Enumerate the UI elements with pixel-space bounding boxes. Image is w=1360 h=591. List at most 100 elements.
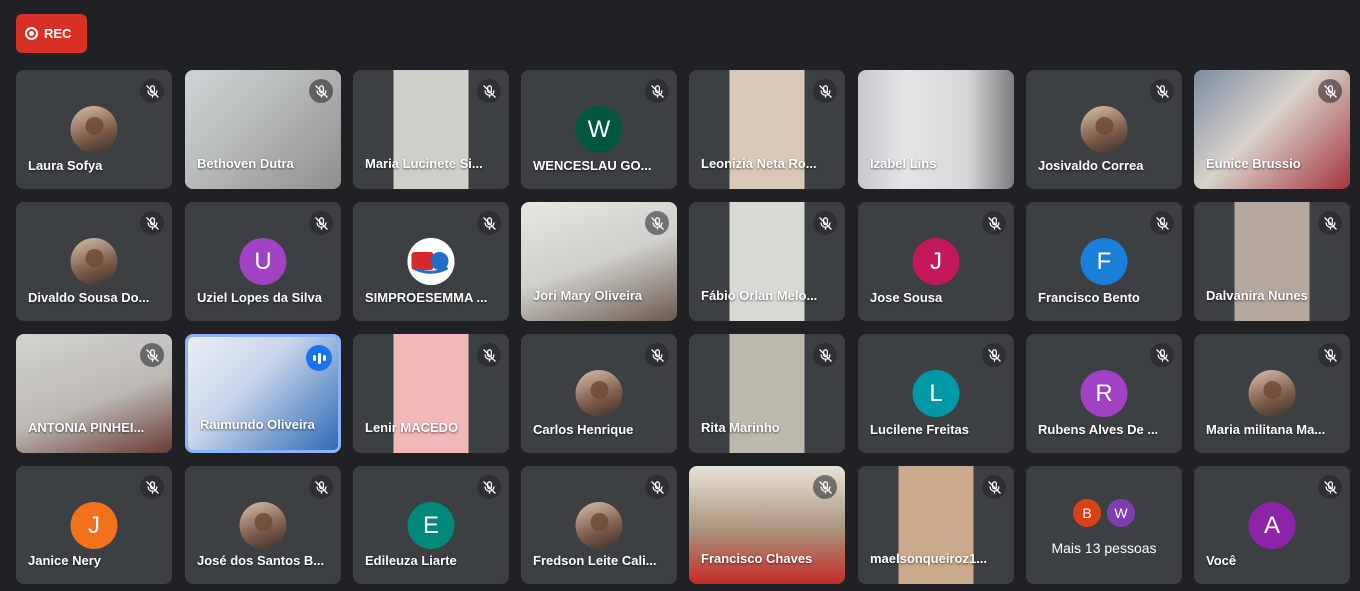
mic-off-icon (982, 211, 1006, 235)
participant-tile[interactable]: B W Mais 13 pessoas (1026, 466, 1182, 584)
avatar (575, 502, 623, 549)
participant-name: Bethoven Dutra (197, 156, 294, 171)
avatar: E (407, 502, 455, 549)
avatar (70, 238, 118, 285)
speaking-icon (306, 345, 332, 371)
participant-tile[interactable]: Fredson Leite Cali... (521, 466, 677, 584)
mic-off-icon (1150, 343, 1174, 367)
participant-tile[interactable]: W WENCESLAU GO... (521, 70, 677, 189)
participant-tile[interactable]: Francisco Chaves (689, 466, 845, 584)
participant-tile[interactable]: Izabel Lins (858, 70, 1014, 189)
participant-name: Jori Mary Oliveira (533, 288, 643, 303)
participant-tile[interactable]: E Edileuza Liarte (353, 466, 509, 584)
participant-video (858, 70, 1014, 189)
mic-off-icon (645, 343, 669, 367)
mic-off-icon (140, 79, 164, 103)
avatar: L (912, 370, 960, 417)
participant-name: Uziel Lopes da Silva (197, 290, 322, 305)
participant-name: Você (1206, 553, 1237, 568)
mic-off-icon (982, 343, 1006, 367)
participant-tile[interactable]: A Você (1194, 466, 1350, 584)
participant-name: Izabel Lins (870, 156, 937, 171)
participant-tile[interactable]: R Rubens Alves De ... (1026, 334, 1182, 453)
participant-tile[interactable]: L Lucilene Freitas (858, 334, 1014, 453)
mic-off-icon (813, 211, 837, 235)
avatar (1248, 370, 1296, 417)
mic-off-icon (477, 79, 501, 103)
participant-name: Edileuza Liarte (365, 553, 457, 568)
record-icon (25, 27, 38, 40)
avatar (239, 502, 287, 549)
mic-off-icon (477, 211, 501, 235)
participant-name: Francisco Chaves (701, 551, 813, 566)
mic-off-icon (140, 475, 164, 499)
participant-tile[interactable]: J Janice Nery (16, 466, 172, 584)
participant-tile[interactable]: Laura Sofya (16, 70, 172, 189)
mini-avatar: B (1071, 497, 1103, 529)
participant-tile[interactable]: José dos Santos B... (185, 466, 341, 584)
participant-name: Jose Sousa (870, 290, 943, 305)
participant-tile[interactable]: Bethoven Dutra (185, 70, 341, 189)
mic-off-icon (813, 343, 837, 367)
mic-off-icon (477, 343, 501, 367)
avatar: U (239, 238, 287, 285)
participant-tile[interactable]: Fábio Orlan Melo... (689, 202, 845, 321)
participant-tile[interactable]: Lenir MACEDO (353, 334, 509, 453)
mic-off-icon (645, 475, 669, 499)
mic-off-icon (1318, 343, 1342, 367)
logo-avatar (407, 238, 455, 285)
participant-name: WENCESLAU GO... (533, 158, 652, 173)
avatar: R (1080, 370, 1128, 417)
mic-off-icon (645, 79, 669, 103)
avatar: A (1248, 502, 1296, 549)
recording-indicator: REC (16, 14, 87, 53)
participant-tile[interactable]: Jori Mary Oliveira (521, 202, 677, 321)
avatar (1080, 106, 1128, 153)
participant-name: Divaldo Sousa Do... (28, 290, 150, 305)
participant-tile[interactable]: Maria militana Ma... (1194, 334, 1350, 453)
participant-tile[interactable]: Maria Lucinete Si... (353, 70, 509, 189)
participant-tile[interactable]: Divaldo Sousa Do... (16, 202, 172, 321)
mic-off-icon (1150, 79, 1174, 103)
mic-off-icon (1318, 211, 1342, 235)
participant-tile[interactable]: F Francisco Bento (1026, 202, 1182, 321)
participant-tile[interactable]: Leonizia Neta Ro... (689, 70, 845, 189)
mic-off-icon (140, 211, 164, 235)
participant-tile[interactable]: Dalvanira Nunes (1194, 202, 1350, 321)
mic-off-icon (477, 475, 501, 499)
mic-off-icon (1318, 79, 1342, 103)
mic-off-icon (309, 475, 333, 499)
participant-name: Josivaldo Correa (1038, 158, 1144, 173)
avatar (575, 370, 623, 417)
mic-off-icon (813, 79, 837, 103)
participant-name: Rubens Alves De ... (1038, 422, 1159, 437)
participant-tile[interactable]: Carlos Henrique (521, 334, 677, 453)
participant-name: Fredson Leite Cali... (533, 553, 657, 568)
participant-tile[interactable]: SIMPROESEMMA ... (353, 202, 509, 321)
participant-name: Raimundo Oliveira (200, 417, 315, 432)
mic-off-icon (982, 475, 1006, 499)
participant-tile[interactable]: Rita Marinho (689, 334, 845, 453)
participant-tile[interactable]: Eunice Brussio (1194, 70, 1350, 189)
mini-avatar: W (1105, 497, 1137, 529)
participant-name: Maria militana Ma... (1206, 422, 1326, 437)
participant-name: Fábio Orlan Melo... (701, 288, 818, 303)
participant-tile[interactable]: Raimundo Oliveira (185, 334, 341, 453)
participant-name: Carlos Henrique (533, 422, 634, 437)
participant-tile[interactable]: maelsonqueiroz1... (858, 466, 1014, 584)
participant-name: SIMPROESEMMA ... (365, 290, 488, 305)
participant-name: Francisco Bento (1038, 290, 1140, 305)
participant-tile[interactable]: Josivaldo Correa (1026, 70, 1182, 189)
participant-name: Lenir MACEDO (365, 420, 459, 435)
participant-tile[interactable]: ANTONIA PINHEI... (16, 334, 172, 453)
mic-off-icon (813, 475, 837, 499)
participant-name: José dos Santos B... (197, 553, 325, 568)
participant-tile[interactable]: U Uziel Lopes da Silva (185, 202, 341, 321)
participant-tile[interactable]: J Jose Sousa (858, 202, 1014, 321)
avatar: J (70, 502, 118, 549)
more-avatars: BW (1071, 497, 1137, 529)
participant-name: maelsonqueiroz1... (870, 551, 988, 566)
mic-off-icon (140, 343, 164, 367)
participant-name: Maria Lucinete Si... (365, 156, 483, 171)
participant-name: Dalvanira Nunes (1206, 288, 1308, 303)
